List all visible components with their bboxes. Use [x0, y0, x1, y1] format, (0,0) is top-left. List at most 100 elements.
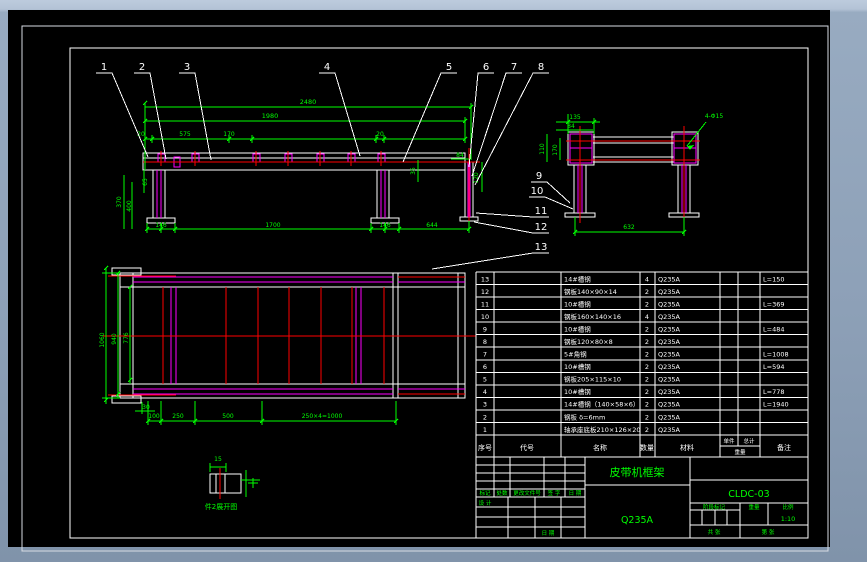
parts-row-qty: 4: [645, 313, 649, 321]
parts-row-note: L=484: [763, 326, 784, 334]
plan-dim-lines: [102, 265, 399, 425]
rev-mark-label: 标记: [479, 489, 491, 497]
parts-row-material: Q235A: [658, 351, 681, 359]
callout-13: 13: [535, 242, 548, 253]
parts-row-material: Q235A: [658, 388, 681, 396]
dim-370: 370: [116, 196, 123, 208]
plan-view: 1060 940 776 30 100 250 500 250×4=1000: [99, 265, 476, 425]
rev-sign-label: 签 字: [548, 489, 561, 497]
end-view: 135 84 110 170 632 4-Φ15: [539, 113, 723, 236]
callout-7: 7: [511, 62, 517, 73]
date-label: 日 期: [542, 530, 555, 537]
parts-row-material: Q235A: [658, 338, 681, 346]
parts-row-material: Q235A: [658, 313, 681, 321]
parts-row-material: Q235A: [658, 413, 681, 421]
front-structure: [142, 152, 479, 224]
parts-row-note: L=1008: [763, 351, 789, 359]
callout-9: 9: [536, 171, 542, 182]
dim-644: 644: [426, 222, 438, 229]
dim-100: 100: [148, 413, 160, 420]
callout-4: 4: [324, 62, 330, 73]
parts-row-qty: 2: [645, 426, 649, 434]
parts-row-note: L=594: [763, 363, 784, 371]
parts-row-name: 10#槽钢: [564, 387, 591, 396]
dim-250x4: 250×4=1000: [302, 413, 343, 420]
parts-row-no: 1: [483, 426, 487, 434]
dim-84-front: 84: [456, 152, 464, 159]
stage-mark-label: 阶段标记: [703, 503, 726, 511]
cad-canvas: 2480 1980 20 575 170 20 370 400 65 146 1…: [8, 10, 830, 552]
detail-caption: 件2展开图: [205, 502, 237, 511]
drawing-number: CLDC-03: [728, 489, 769, 500]
hole-callout: 4-Φ15: [705, 113, 724, 120]
dim-575: 575: [179, 131, 191, 138]
parts-row-material: Q235A: [658, 288, 681, 296]
end-details: [569, 133, 697, 213]
parts-row-note: L=150: [763, 275, 784, 283]
scale-label: 比例: [782, 503, 794, 511]
dim-146-right: 146: [379, 222, 391, 229]
dim-20-right: 20: [376, 131, 384, 138]
callout-1: 1: [101, 62, 107, 73]
parts-row-no: 3: [483, 401, 487, 409]
title-block: 标记 处数 更改文件号 签 字 日 期 设 计 日 期 皮带机框架 Q235A …: [479, 465, 796, 537]
parts-row-material: Q235A: [658, 376, 681, 384]
parts-row-material: Q235A: [658, 401, 681, 409]
parts-row-name: 钢板160×140×16: [564, 312, 621, 321]
plan-centerlines: [103, 275, 476, 396]
parts-row-qty: 2: [645, 326, 649, 334]
parts-row-qty: 2: [645, 300, 649, 308]
callout-6: 6: [483, 62, 489, 73]
dim-1700: 1700: [265, 222, 280, 229]
dim-overall-length: 2480: [300, 98, 317, 106]
parts-row-no: 2: [483, 413, 487, 421]
parts-row-material: Q235A: [658, 300, 681, 308]
material-spec: Q235A: [621, 515, 654, 526]
front-view: 2480 1980 20 575 170 20 370 400 65 146 1…: [116, 98, 483, 233]
header-code: 代号: [520, 443, 534, 452]
header-unit: 单件: [723, 437, 735, 445]
part-title: 皮带机框架: [610, 465, 665, 479]
dim-170: 170: [223, 131, 235, 138]
callout-11: 11: [535, 206, 548, 217]
callout-10: 10: [531, 186, 544, 197]
parts-row-name: 14#槽钢: [564, 274, 591, 283]
dim-135: 135: [569, 114, 581, 121]
front-centerlines: [143, 148, 480, 227]
dim-frame-length: 1980: [262, 112, 279, 120]
header-name: 名称: [593, 443, 607, 452]
parts-list-rows: 1 3 14#槽钢 4 Q235A L=150 12 钢板140×90×14 2 Q235A 11 1…: [476, 274, 808, 434]
parts-row-no: 11: [481, 300, 489, 308]
parts-row-name: 轴承座底板210×126×20: [564, 425, 640, 434]
dim-400: 400: [126, 200, 133, 212]
rev-date-label: 日 期: [569, 490, 582, 497]
rev-doc-label: 更改文件号: [513, 489, 541, 497]
end-structure: [564, 131, 700, 218]
parts-row-no: 12: [481, 288, 489, 296]
parts-row-qty: 2: [645, 413, 649, 421]
header-total: 总计: [743, 437, 755, 445]
dim-170-end: 170: [552, 144, 559, 156]
drawing: 2480 1980 20 575 170 20 370 400 65 146 1…: [21, 25, 829, 552]
detail-dim-lines: [209, 463, 260, 497]
dim-1060: 1060: [99, 332, 106, 347]
callout-8: 8: [538, 62, 544, 73]
parts-row-qty: 2: [645, 288, 649, 296]
header-seq: 序号: [478, 443, 492, 452]
detail-outline: [209, 473, 242, 494]
parts-row-material: Q235A: [658, 363, 681, 371]
parts-row-material: Q235A: [658, 426, 681, 434]
sheet-total-label: 共 张: [708, 528, 721, 536]
parts-row-name: 10#槽钢: [564, 362, 591, 371]
parts-row-qty: 4: [645, 275, 649, 283]
dim-15: 15: [214, 456, 222, 463]
scale-value: 1:10: [781, 515, 796, 523]
callout-5: 5: [446, 62, 452, 73]
parts-row-name: 钢板205×115×10: [564, 375, 621, 384]
parts-row-no: 9: [483, 326, 487, 334]
parts-row-name: 钢板140×90×14: [564, 287, 617, 296]
parts-row-qty: 2: [645, 363, 649, 371]
cad-viewer-window: 2480 1980 20 575 170 20 370 400 65 146 1…: [0, 0, 867, 562]
design-label: 设 计: [479, 499, 492, 507]
parts-row-name: 钢板 δ=6mm: [564, 412, 605, 421]
